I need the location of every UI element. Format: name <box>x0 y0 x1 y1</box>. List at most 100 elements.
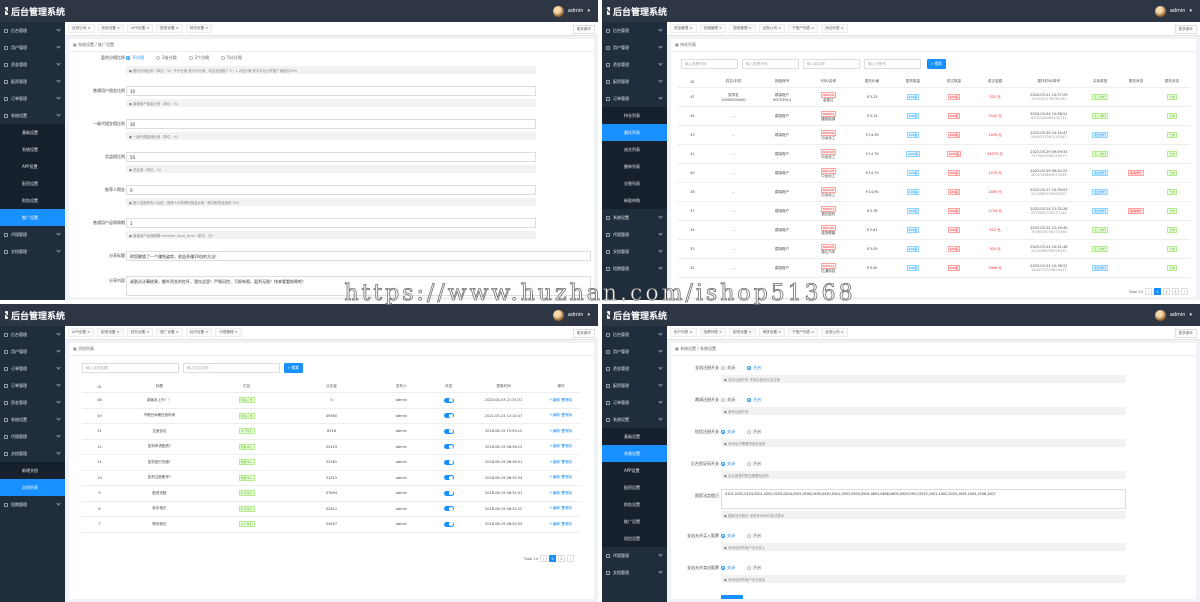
radio-option[interactable]: 2倍分佣 <box>156 55 177 61</box>
edit-button[interactable]: ✎编辑 <box>550 491 560 495</box>
sidebar-item[interactable]: 系统设置 <box>0 411 65 428</box>
close-icon[interactable]: × <box>810 330 814 334</box>
sidebar-item[interactable]: 后台管理 <box>602 326 667 343</box>
delete-button[interactable]: 🗑删除 <box>561 444 572 448</box>
tab-item[interactable]: 证券公司 × <box>758 24 786 33</box>
radio-off[interactable]: 关闭 <box>721 565 735 571</box>
sidebar-item[interactable]: 用户管理 <box>0 343 65 360</box>
sidebar-item[interactable]: 用户管理 <box>602 343 667 360</box>
tab-item[interactable]: 配资设置 × <box>156 24 183 33</box>
sidebar-item[interactable]: 后台管理 <box>0 326 65 343</box>
close-icon[interactable]: × <box>175 330 179 334</box>
delete-button[interactable]: 🗑删除 <box>561 491 572 495</box>
more-ops-button[interactable]: 更多操作 <box>1174 25 1197 34</box>
tab-item[interactable]: 充值管理 × <box>699 24 727 33</box>
sidebar-subitem[interactable]: 配资设置 <box>602 479 667 496</box>
search-input[interactable]: 输入股票代码 <box>742 59 799 69</box>
text-input[interactable]: 0 <box>126 185 536 195</box>
user-menu[interactable]: admin ▾ <box>1154 0 1192 22</box>
cancel-order-button[interactable]: 取消委托 <box>1128 208 1145 214</box>
search-input[interactable]: 输入单名称 <box>803 59 860 69</box>
sidebar-subitem[interactable]: 交割列表 <box>602 175 667 192</box>
more-ops-button[interactable]: 更多操作 <box>1174 329 1197 338</box>
sidebar-item[interactable]: 订单管理 <box>602 394 667 411</box>
sidebar-subitem[interactable]: 撤单列表 <box>602 158 667 175</box>
search-button[interactable]: ⌕ 搜索 <box>284 363 303 373</box>
sidebar-subitem[interactable]: 新股申购 <box>602 192 667 209</box>
delete-button[interactable]: 🗑删除 <box>561 522 572 526</box>
edit-button[interactable]: ✎编辑 <box>550 506 560 510</box>
delete-button[interactable]: 🗑删除 <box>561 460 572 464</box>
status-toggle[interactable] <box>443 444 454 450</box>
tab-item[interactable]: 证券公司 × <box>68 24 95 33</box>
more-ops-button[interactable]: 更多操作 <box>572 25 595 34</box>
sidebar-item[interactable]: 代理管理 <box>602 547 667 564</box>
sidebar-subitem[interactable]: 委托列表 <box>602 124 667 141</box>
search-button[interactable]: ⌕ 搜索 <box>927 59 946 69</box>
radio-option[interactable]: 3个分佣 <box>188 55 209 61</box>
sidebar-item[interactable]: 订单管理 <box>0 377 65 394</box>
edit-button[interactable]: ✎编辑 <box>550 429 560 433</box>
sidebar-subitem[interactable]: 财务设置 <box>0 192 65 209</box>
tab-item[interactable]: 系统设置 × <box>97 24 125 33</box>
next-page-icon[interactable]: › <box>567 555 574 562</box>
page-button[interactable]: 2 <box>558 555 565 562</box>
text-input[interactable]: 50 <box>126 152 536 162</box>
sidebar-subitem[interactable]: 财务设置 <box>602 496 667 513</box>
sidebar-subitem[interactable]: APP设置 <box>0 158 65 175</box>
sidebar-item[interactable]: 系统设置 <box>602 411 667 428</box>
sidebar-item[interactable]: 文档管理 <box>0 243 65 260</box>
tab-item[interactable]: 推广设置 × <box>156 328 183 337</box>
tab-item[interactable]: APP设置 × <box>68 328 95 337</box>
tab-item[interactable]: APP设置 × <box>127 24 154 33</box>
sidebar-item[interactable]: 代理管理 <box>0 226 65 243</box>
status-toggle[interactable] <box>443 413 454 419</box>
tab-item[interactable]: 配资设置 × <box>729 328 756 337</box>
text-input[interactable]: 30 <box>126 119 536 129</box>
close-icon[interactable]: × <box>718 26 722 30</box>
sidebar-subitem[interactable]: 新增文档 <box>0 462 65 479</box>
tab-item[interactable]: 持仓列表 × <box>821 24 848 33</box>
sidebar-item[interactable]: 后台管理 <box>0 22 65 39</box>
delete-button[interactable]: 🗑删除 <box>561 429 572 433</box>
close-icon[interactable]: × <box>747 330 752 334</box>
sidebar-item[interactable]: 系统设置 <box>602 209 667 226</box>
status-toggle[interactable] <box>443 428 454 434</box>
tab-item[interactable]: 财务设置 × <box>185 24 213 33</box>
tab-item[interactable]: 用户列表 × <box>670 328 697 337</box>
close-icon[interactable]: × <box>86 330 90 334</box>
close-icon[interactable]: × <box>718 330 722 334</box>
page-button[interactable]: 1 <box>549 555 556 562</box>
sidebar-subitem[interactable]: 推广设置 <box>0 209 65 226</box>
close-icon[interactable]: × <box>840 330 844 334</box>
more-ops-button[interactable]: 更多操作 <box>572 329 595 338</box>
sidebar-item[interactable]: 短期管理 <box>602 260 667 277</box>
sidebar-item[interactable]: 文档管理 <box>602 564 667 581</box>
close-icon[interactable]: × <box>175 26 179 30</box>
sidebar-subitem[interactable]: 基础设置 <box>602 428 667 445</box>
sidebar-item[interactable]: 用户管理 <box>0 39 65 56</box>
tab-item[interactable]: 经济设置 × <box>185 328 213 337</box>
sidebar-item[interactable]: 资金管理 <box>602 360 667 377</box>
tab-item[interactable]: 配资设置 × <box>97 328 124 337</box>
close-icon[interactable]: × <box>204 26 208 30</box>
edit-button[interactable]: ✎编辑 <box>550 475 560 479</box>
edit-button[interactable]: ✎编辑 <box>550 413 560 417</box>
delete-button[interactable]: 🗑删除 <box>561 398 572 402</box>
sidebar-subitem[interactable]: 文档列表 <box>0 479 65 496</box>
tab-item[interactable]: 提现管理 × <box>729 24 756 33</box>
delete-button[interactable]: 🗑删除 <box>561 475 572 479</box>
user-menu[interactable]: admin ▾ <box>552 0 590 22</box>
submit-button[interactable] <box>721 595 743 599</box>
sidebar-item[interactable]: 资金管理 <box>0 56 65 73</box>
close-icon[interactable]: × <box>234 330 238 334</box>
category-search-input[interactable]: 输入栏目名称 <box>183 363 280 373</box>
close-icon[interactable]: × <box>116 330 120 334</box>
radio-on[interactable]: 开启 <box>747 533 761 539</box>
close-icon[interactable]: × <box>688 330 693 334</box>
delete-button[interactable]: 🗑删除 <box>561 506 572 510</box>
sidebar-subitem[interactable]: 推广设置 <box>602 513 667 530</box>
tab-item[interactable]: 子账户列表 × <box>788 24 819 33</box>
title-search-input[interactable]: 输入文档标题 <box>82 363 179 373</box>
sidebar-subitem[interactable]: 短信设置 <box>602 530 667 547</box>
